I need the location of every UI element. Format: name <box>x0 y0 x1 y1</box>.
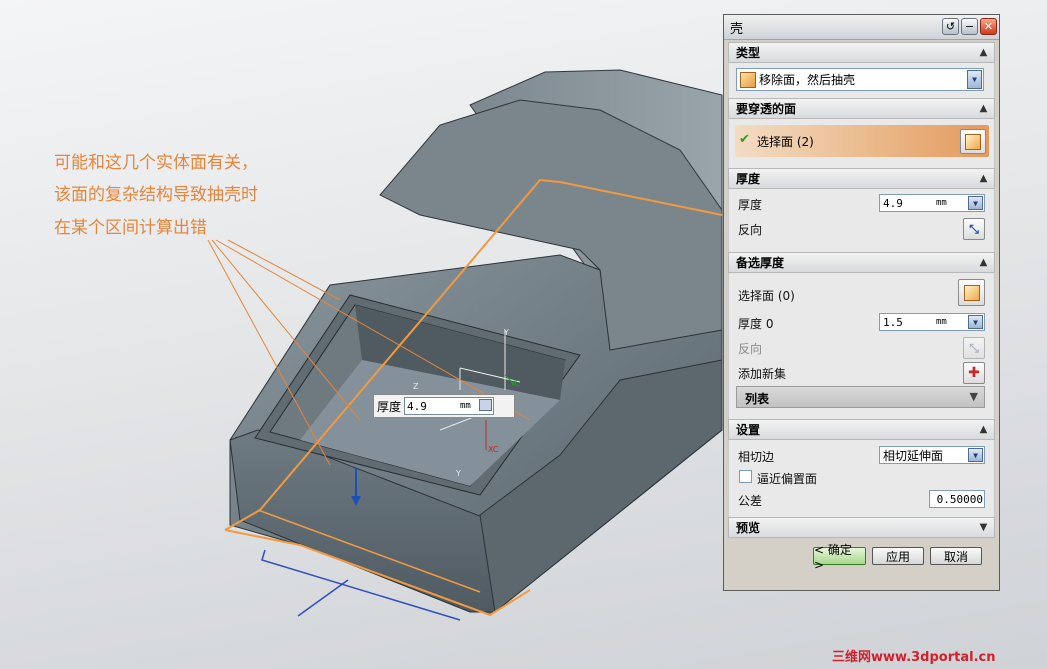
chevron-up-icon[interactable]: ▲ <box>977 423 990 436</box>
thickness-onscreen-input: 厚度 4.9 mm <box>373 394 515 418</box>
watermark: 三维网www.3dportal.cn <box>832 650 996 665</box>
dialog-button-bar: < 确定 > 应用 取消 <box>728 538 995 574</box>
approx-offset-label: 逼近偏置面 <box>757 472 818 486</box>
reverse-direction-icon[interactable]: ⤡ <box>963 218 985 240</box>
apply-button[interactable]: 应用 <box>872 547 924 565</box>
alt-select-face-cube-icon[interactable] <box>958 279 985 306</box>
add-new-set-label: 添加新集 <box>738 367 787 381</box>
section-thickness-body: 厚度 4.9 mm ▼ 反向 ⤡ <box>728 189 995 252</box>
chevron-down-icon[interactable]: ▼ <box>968 196 983 210</box>
axis-label-z: Z <box>413 382 419 391</box>
chevron-down-icon[interactable]: ▼ <box>968 448 983 462</box>
alt-thickness-label: 厚度 0 <box>738 317 774 331</box>
dialog-title: 壳 <box>730 21 744 37</box>
section-type-body: 移除面，然后抽壳 ▼ <box>728 63 995 98</box>
axis-label-y: Y <box>503 328 509 337</box>
section-alt-thickness-body: 选择面 (0) 厚度 0 1.5 mm ▼ 反向 ⤡ 添加新集 ✚ 列表 ▼ <box>728 273 995 419</box>
chevron-down-icon[interactable]: ▼ <box>970 390 978 403</box>
onscreen-unit-dropdown[interactable] <box>479 399 493 411</box>
collapse-icon[interactable]: − <box>961 18 978 35</box>
chevron-down-icon[interactable]: ▼ <box>977 521 990 534</box>
alt-reverse-direction-icon: ⤡ <box>963 337 985 359</box>
chevron-down-icon[interactable]: ▼ <box>968 315 983 329</box>
chevron-up-icon[interactable]: ▲ <box>977 102 990 115</box>
alt-reverse-label: 反向 <box>738 342 763 356</box>
thickness-label: 厚度 <box>738 198 763 212</box>
reverse-label: 反向 <box>738 223 763 237</box>
onscreen-thickness-field[interactable]: 4.9 mm <box>404 397 495 415</box>
shell-dialog: 壳 ↺ − ✕ 类型 ▲ 移除面，然后抽壳 ▼ 要穿透的面 ▲ ✔ 选择面 (2… <box>723 14 1000 591</box>
annotation-line-2: 该面的复杂结构导致抽壳时 <box>54 185 258 205</box>
chevron-down-icon[interactable]: ▼ <box>967 70 982 89</box>
approx-offset-checkbox[interactable] <box>739 470 752 483</box>
cancel-button[interactable]: 取消 <box>930 547 982 565</box>
reset-icon[interactable]: ↺ <box>942 18 959 35</box>
axis-label-xc: XC <box>488 445 499 454</box>
select-face-row[interactable]: ✔ 选择面 (2) <box>735 125 989 157</box>
ok-button[interactable]: < 确定 > <box>813 543 866 572</box>
section-alt-thickness-header[interactable]: 备选厚度 ▲ <box>728 252 995 273</box>
cube-icon <box>740 71 756 88</box>
tolerance-label: 公差 <box>738 494 763 508</box>
tangent-edge-select[interactable]: 相切延伸面 ▼ <box>879 446 985 464</box>
axis-label-y2: Y <box>455 469 461 478</box>
onscreen-thickness-label: 厚度 <box>377 399 402 414</box>
section-pierce-header[interactable]: 要穿透的面 ▲ <box>728 98 995 119</box>
section-type-header[interactable]: 类型 ▲ <box>728 42 995 63</box>
section-settings-header[interactable]: 设置 ▲ <box>728 419 995 440</box>
annotation-line-3: 在某个区间计算出错 <box>54 218 207 238</box>
section-preview-header[interactable]: 预览 ▼ <box>728 517 995 538</box>
chevron-up-icon[interactable]: ▲ <box>977 46 990 59</box>
section-thickness-header[interactable]: 厚度 ▲ <box>728 168 995 189</box>
select-face-cube-icon[interactable] <box>960 129 986 154</box>
section-settings-body: 相切边 相切延伸面 ▼ 逼近偏置面 公差 0.50000 <box>728 440 995 517</box>
section-pierce-body: ✔ 选择面 (2) <box>728 119 995 168</box>
checkmark-icon: ✔ <box>739 132 750 147</box>
axis-label-yc: YC <box>509 379 520 388</box>
alt-thickness-input[interactable]: 1.5 mm ▼ <box>879 313 985 331</box>
tangent-edge-label: 相切边 <box>738 450 775 464</box>
alt-select-face-label: 选择面 (0) <box>738 289 795 303</box>
thickness-input[interactable]: 4.9 mm ▼ <box>879 194 985 212</box>
chevron-up-icon[interactable]: ▲ <box>977 256 990 269</box>
shell-type-select[interactable]: 移除面，然后抽壳 ▼ <box>736 68 984 91</box>
list-collapsible[interactable]: 列表 ▼ <box>736 386 985 408</box>
shell-model[interactable] <box>224 69 723 617</box>
add-new-set-icon[interactable]: ✚ <box>963 362 985 384</box>
annotation-line-1: 可能和这几个实体面有关， <box>54 153 258 173</box>
close-icon[interactable]: ✕ <box>980 18 997 35</box>
dialog-titlebar[interactable]: 壳 ↺ − ✕ <box>724 15 999 40</box>
tolerance-input[interactable]: 0.50000 <box>929 490 985 508</box>
chevron-up-icon[interactable]: ▲ <box>977 172 990 185</box>
